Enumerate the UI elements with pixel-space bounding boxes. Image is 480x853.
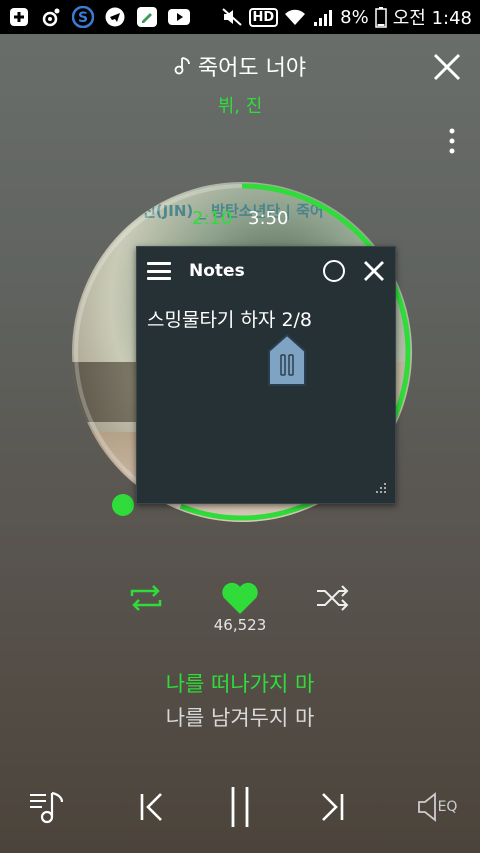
- svg-text:S: S: [78, 10, 88, 26]
- pause-button[interactable]: [218, 782, 262, 832]
- transport-bar: EQ: [0, 782, 480, 838]
- edit-app-icon: [136, 6, 158, 28]
- song-title-row: 죽어도 너야: [0, 50, 480, 82]
- resize-grip-icon[interactable]: [373, 481, 387, 495]
- lyric-next-line[interactable]: 나를 남겨두지 마: [0, 702, 480, 732]
- shuffle-icon[interactable]: [315, 584, 351, 612]
- artist-name[interactable]: 뷔, 진: [0, 92, 480, 118]
- wifi-icon: [285, 9, 306, 25]
- notes-title: Notes: [189, 261, 245, 281]
- like-heart-icon[interactable]: [221, 582, 259, 616]
- music-note-icon: [174, 55, 194, 81]
- current-time: 2:10: [192, 208, 233, 229]
- battery-icon: [374, 7, 387, 28]
- notes-widget[interactable]: Notes 스밍물타기 하자 2/8: [136, 246, 396, 504]
- notes-header: Notes: [137, 247, 395, 295]
- next-track-button[interactable]: [310, 782, 354, 832]
- eq-label: EQ: [437, 799, 458, 815]
- likes-count: 46,523: [213, 616, 267, 634]
- status-bar: S HD 8% 오전 1:48: [0, 0, 480, 34]
- menu-icon[interactable]: [147, 262, 171, 280]
- lyric-current-line[interactable]: 나를 떠나가지 마: [0, 668, 480, 698]
- drag-handle-icon[interactable]: [267, 333, 307, 387]
- battery-percent: 8%: [340, 6, 369, 28]
- minimize-circle-icon[interactable]: [323, 260, 345, 282]
- repeat-icon[interactable]: [128, 584, 164, 612]
- add-app-icon: [8, 6, 30, 28]
- equalizer-button[interactable]: EQ: [412, 782, 462, 832]
- youtube-icon: [168, 6, 190, 28]
- playlist-icon[interactable]: [26, 782, 70, 832]
- close-button[interactable]: [432, 52, 462, 82]
- clock: 오전 1:48: [392, 8, 472, 29]
- song-title: 죽어도 너야: [197, 56, 307, 81]
- telegram-icon: [104, 6, 126, 28]
- previous-track-button[interactable]: [130, 782, 174, 832]
- mute-icon: [221, 8, 242, 26]
- s-app-icon: S: [72, 6, 94, 28]
- total-time: 3:50: [248, 208, 289, 229]
- playback-options-row: [0, 582, 480, 616]
- music-note-app-icon: [40, 6, 62, 28]
- hd-badge: HD: [248, 7, 279, 27]
- signal-icon: [314, 10, 333, 26]
- progress-handle[interactable]: [112, 494, 134, 516]
- notes-content[interactable]: 스밍물타기 하자 2/8: [137, 295, 395, 342]
- more-options-button[interactable]: [446, 126, 458, 156]
- notes-close-icon[interactable]: [363, 260, 385, 282]
